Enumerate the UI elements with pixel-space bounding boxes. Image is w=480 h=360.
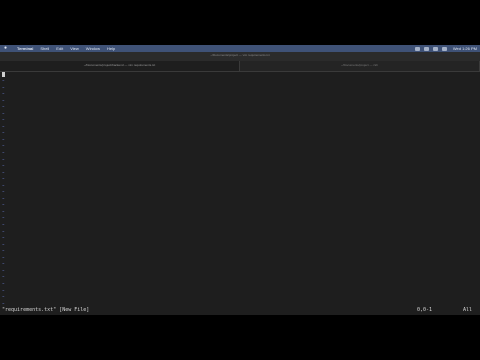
- apple-icon[interactable]: ●: [4, 45, 10, 52]
- scroll-indicator: All: [463, 307, 473, 313]
- menu-status-area: Wed 1:26 PM: [411, 46, 477, 51]
- menu-edit[interactable]: Edit: [56, 45, 63, 52]
- terminal-screen: ● Terminal Shell Edit View Window Help W…: [0, 45, 480, 315]
- battery-icon[interactable]: [423, 46, 429, 51]
- control-center-icon[interactable]: [441, 46, 447, 51]
- tab-zsh[interactable]: ~/Documents/project — zsh: [240, 61, 480, 71]
- empty-line-markers: ~~~~~~~~~~~~~~~~~~~~~~~~~~~~~~~~~~~~: [2, 78, 10, 314]
- vim-buffer[interactable]: ~~~~~~~~~~~~~~~~~~~~~~~~~~~~~~~~~~~~: [0, 72, 480, 312]
- search-icon[interactable]: [432, 46, 438, 51]
- vim-status-line: "requirements.txt" [New File] 0,0-1 All: [0, 306, 480, 315]
- window-title: ~/Documents/project — vim requirements.t…: [210, 53, 270, 57]
- text-cursor: [2, 72, 5, 77]
- menu-shell[interactable]: Shell: [40, 45, 49, 52]
- tab-bar: ~/Documents/project/backend — vim requir…: [0, 61, 480, 72]
- menu-app-name[interactable]: Terminal: [17, 45, 33, 52]
- status-message: "requirements.txt" [New File]: [2, 307, 90, 313]
- window-title-bar[interactable]: ~/Documents/project — vim requirements.t…: [0, 52, 480, 61]
- menu-view[interactable]: View: [70, 45, 79, 52]
- menu-bar: ● Terminal Shell Edit View Window Help W…: [0, 45, 480, 52]
- cursor-position: 0,0-1: [417, 307, 433, 313]
- wifi-icon[interactable]: [414, 46, 420, 51]
- menu-clock[interactable]: Wed 1:26 PM: [453, 46, 477, 51]
- tab-vim[interactable]: ~/Documents/project/backend — vim requir…: [0, 61, 240, 71]
- menu-window[interactable]: Window: [86, 45, 100, 52]
- menu-help[interactable]: Help: [107, 45, 115, 52]
